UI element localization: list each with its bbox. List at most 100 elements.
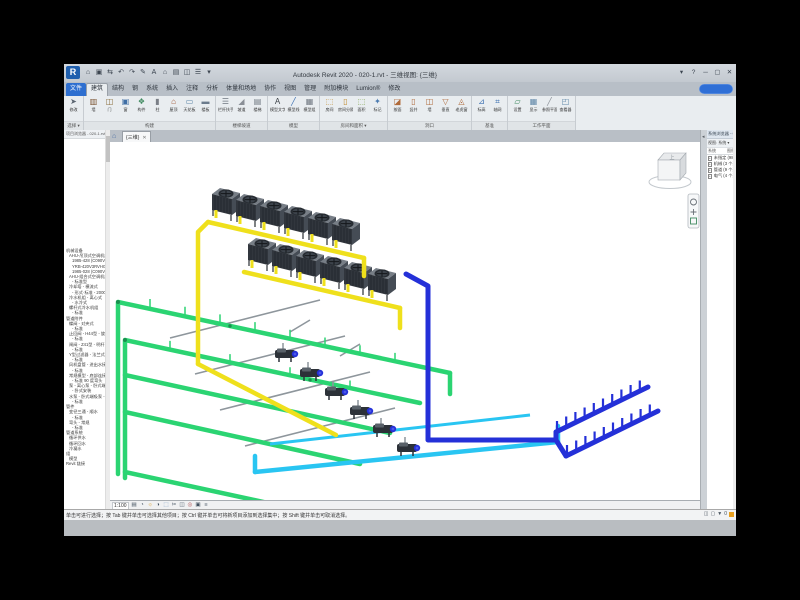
worksharing-icon[interactable]: ◫: [704, 511, 709, 517]
ribbon-button-老虎窗[interactable]: ◬老虎窗: [454, 97, 469, 112]
ribbon-button-显示[interactable]: ▦显示: [526, 97, 541, 112]
project-browser-item[interactable]: 水泵 - 卧式端吸泵 - 15-50Hz - 2000 - 14000 GPM: [64, 394, 105, 399]
ribbon-button-标记[interactable]: ✦标记: [370, 97, 385, 112]
ribbon-button-垂直[interactable]: ▽垂直: [438, 97, 453, 112]
temporary-view-properties-icon[interactable]: ▣: [195, 502, 202, 509]
ribbon-panel-buttons: A模型文字╱模型线▦模型组: [268, 96, 319, 121]
ribbon-button-icon: ◢: [234, 97, 249, 107]
expand-icon[interactable]: +: [708, 156, 712, 161]
ribbon-button-墙[interactable]: ▥墙: [86, 97, 101, 112]
tab-建筑[interactable]: 建筑: [86, 83, 108, 96]
navigation-bar[interactable]: [688, 194, 699, 228]
ribbon-button-楼梯[interactable]: ▤楼梯: [250, 97, 265, 112]
ribbon-button-label: 垂直: [438, 107, 453, 112]
project-browser-item[interactable]: Y型过滤器 - 法兰式: [64, 352, 105, 357]
expand-icon[interactable]: +: [708, 174, 712, 179]
ribbon-button-参照平面[interactable]: ╱参照平面: [542, 97, 557, 112]
ribbon-button-构件[interactable]: ❖构件: [134, 97, 149, 112]
system-browser-view-select[interactable]: 视图: 系统 ▾: [707, 139, 736, 148]
ribbon-button-房间[interactable]: ⬚房间: [322, 97, 337, 112]
ribbon-button-按面[interactable]: ◪按面: [390, 97, 405, 112]
project-browser-item[interactable]: 风机盘管 - 进出水接口对齐布置: [64, 362, 105, 367]
show-crop-icon[interactable]: ✂: [171, 502, 178, 509]
pipes-blue[interactable]: [406, 274, 658, 456]
ribbon-button-icon: ☰: [218, 97, 233, 107]
viewcube[interactable]: 上: [649, 153, 691, 189]
tab-结构[interactable]: 结构: [108, 83, 128, 96]
tab-视图[interactable]: 视图: [280, 83, 300, 96]
ribbon-button-门[interactable]: ◫门: [102, 97, 117, 112]
system-browser-row[interactable]: +电气 (4 个系统): [707, 173, 736, 179]
window-controls: ▾?─▢✕: [677, 67, 734, 78]
ribbon-button-屋顶[interactable]: ⌂屋顶: [166, 97, 181, 112]
tab-插入[interactable]: 插入: [162, 83, 182, 96]
ribbon-button-楼板[interactable]: ▬楼板: [198, 97, 213, 112]
ribbon-button-label: 老虎窗: [454, 107, 469, 112]
help-menu-icon[interactable]: ▾: [677, 67, 686, 78]
show-constraints-icon[interactable]: ≡: [203, 502, 210, 509]
tab-注释[interactable]: 注释: [182, 83, 202, 96]
ribbon-button-坡道[interactable]: ◢坡道: [234, 97, 249, 112]
3d-model-view[interactable]: 上: [110, 142, 700, 500]
ribbon-button-label: 栏杆扶手: [218, 107, 233, 112]
ribbon-button-修改[interactable]: ➤修改: [66, 97, 81, 112]
tab-协作[interactable]: 协作: [260, 83, 280, 96]
ribbon-button-设置[interactable]: ▱设置: [510, 97, 525, 112]
ribbon-button-查看器[interactable]: ◰查看器: [558, 97, 573, 112]
shadows-icon[interactable]: ◑: [155, 502, 162, 509]
system-browser-scrollbar[interactable]: [733, 130, 736, 509]
sun-path-icon[interactable]: ☼: [147, 502, 154, 509]
ribbon-button-模型文字[interactable]: A模型文字: [270, 97, 285, 112]
tab-管理[interactable]: 管理: [300, 83, 320, 96]
ribbon-button-竖井[interactable]: ▯竖井: [406, 97, 421, 112]
expand-icon[interactable]: +: [708, 162, 712, 167]
tab-体量和场地[interactable]: 体量和场地: [222, 83, 260, 96]
project-browser-item[interactable]: Revit 链接: [64, 461, 105, 466]
tab-系统[interactable]: 系统: [142, 83, 162, 96]
tab-附加模块[interactable]: 附加模块: [320, 83, 352, 96]
ribbon-button-标高[interactable]: ⊿标高: [474, 97, 489, 112]
tab-file[interactable]: 文件: [66, 83, 86, 96]
ribbon-button-天花板[interactable]: ▭天花板: [182, 97, 197, 112]
ribbon-button-icon: ▽: [438, 97, 453, 107]
tab-修改[interactable]: 修改: [384, 83, 404, 96]
tab-Lumion®[interactable]: Lumion®: [352, 83, 384, 96]
project-browser-item[interactable]: 止回阀 - H44型 - 旋启式: [64, 331, 105, 336]
help-icon[interactable]: ?: [689, 67, 698, 78]
tab-分析[interactable]: 分析: [202, 83, 222, 96]
ribbon-button-模型组[interactable]: ▦模型组: [302, 97, 317, 112]
ribbon-panel-buttons: ⬚房间▯房间分隔⬚面积✦标记: [320, 96, 387, 121]
home-icon[interactable]: ⌂: [112, 132, 116, 141]
ribbon-button-窗[interactable]: ▣窗: [118, 97, 133, 112]
tab-钢[interactable]: 钢: [128, 83, 142, 96]
ribbon-button-模型线[interactable]: ╱模型线: [286, 97, 301, 112]
ribbon-panel: ⬚房间▯房间分隔⬚面积✦标记房间和面积 ▾: [320, 96, 388, 130]
detail-level-icon[interactable]: ▤: [131, 502, 138, 509]
ribbon-button-轴网[interactable]: ⌗轴网: [490, 97, 505, 112]
system-browser-title: 系统浏览器 - 020-1.rvt: [707, 130, 736, 139]
ribbon-button-icon: ▱: [510, 97, 525, 107]
model-canvas[interactable]: 上: [110, 142, 700, 500]
visual-style-icon[interactable]: ◔: [139, 502, 146, 509]
temporary-hide-isolate-icon[interactable]: ◫: [179, 502, 186, 509]
ribbon-button-房间分隔[interactable]: ▯房间分隔: [338, 97, 353, 112]
info-center-badge[interactable]: [699, 84, 733, 94]
ribbon-button-栏杆扶手[interactable]: ☰栏杆扶手: [218, 97, 233, 112]
ribbon-button-柱[interactable]: ▮柱: [150, 97, 165, 112]
ribbon-panel-label: 房间和面积 ▾: [320, 121, 387, 130]
expand-icon[interactable]: +: [708, 168, 712, 173]
ribbon-button-墙[interactable]: ◫墙: [422, 97, 437, 112]
view-tab-close-icon[interactable]: ✕: [142, 133, 146, 143]
minimize-icon[interactable]: ─: [701, 67, 710, 78]
crop-view-icon[interactable]: ⬚: [163, 502, 170, 509]
background-process-icon[interactable]: [729, 512, 734, 517]
ribbon-panel: ⊿标高⌗轴网基准: [472, 96, 508, 130]
reveal-hidden-icon[interactable]: ◎: [187, 502, 194, 509]
filter-icon[interactable]: ▼: [717, 511, 722, 517]
project-browser-item[interactable]: 闸阀 - Z41型 - 明杆: [64, 342, 105, 347]
maximize-icon[interactable]: ▢: [713, 67, 722, 78]
design-options-icon[interactable]: ▢: [711, 511, 716, 517]
close-icon[interactable]: ✕: [725, 67, 734, 78]
ribbon-button-icon: ╱: [542, 97, 557, 107]
ribbon-button-面积[interactable]: ⬚面积: [354, 97, 369, 112]
